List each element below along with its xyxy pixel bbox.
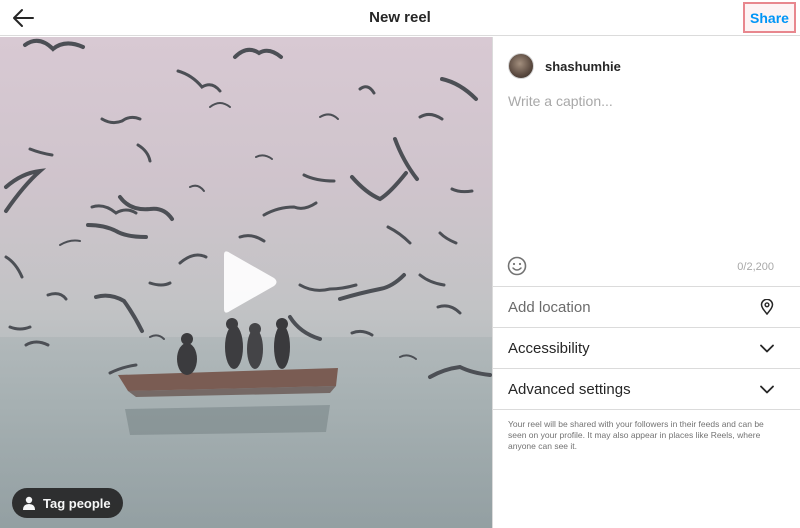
sharing-info-text: Your reel will be shared with your follo… xyxy=(508,419,764,451)
add-location-label: Add location xyxy=(508,298,591,316)
emoji-icon xyxy=(507,256,527,276)
avatar xyxy=(508,53,534,79)
tag-people-label: Tag people xyxy=(43,495,111,511)
top-bar: New reel Share xyxy=(0,0,800,36)
emoji-button[interactable] xyxy=(507,256,527,276)
play-icon xyxy=(224,251,277,313)
birds xyxy=(4,38,492,379)
back-button[interactable] xyxy=(10,5,36,31)
accessibility-label: Accessibility xyxy=(508,339,590,357)
chevron-down-icon xyxy=(760,344,774,352)
caption-char-count: 0/2,200 xyxy=(737,261,774,273)
advanced-settings-label: Advanced settings xyxy=(508,380,631,398)
username: shashumhie xyxy=(545,58,621,74)
advanced-settings-row[interactable]: Advanced settings xyxy=(493,368,800,410)
add-location-row[interactable]: Add location xyxy=(493,286,800,327)
person-icon xyxy=(23,496,35,510)
author-row: shashumhie xyxy=(508,53,621,79)
accessibility-row[interactable]: Accessibility xyxy=(493,327,800,368)
tag-people-button[interactable]: Tag people xyxy=(12,488,123,518)
chevron-down-icon xyxy=(760,385,774,393)
share-button[interactable]: Share xyxy=(743,2,796,33)
location-pin-icon xyxy=(760,299,774,315)
back-arrow-icon xyxy=(13,9,34,27)
caption-input[interactable] xyxy=(508,93,788,243)
reel-video-preview[interactable]: Tag people xyxy=(0,37,492,528)
details-panel: shashumhie 0/2,200 Add location Accessib… xyxy=(492,37,800,528)
page-title: New reel xyxy=(369,9,431,26)
play-button[interactable] xyxy=(216,251,278,313)
